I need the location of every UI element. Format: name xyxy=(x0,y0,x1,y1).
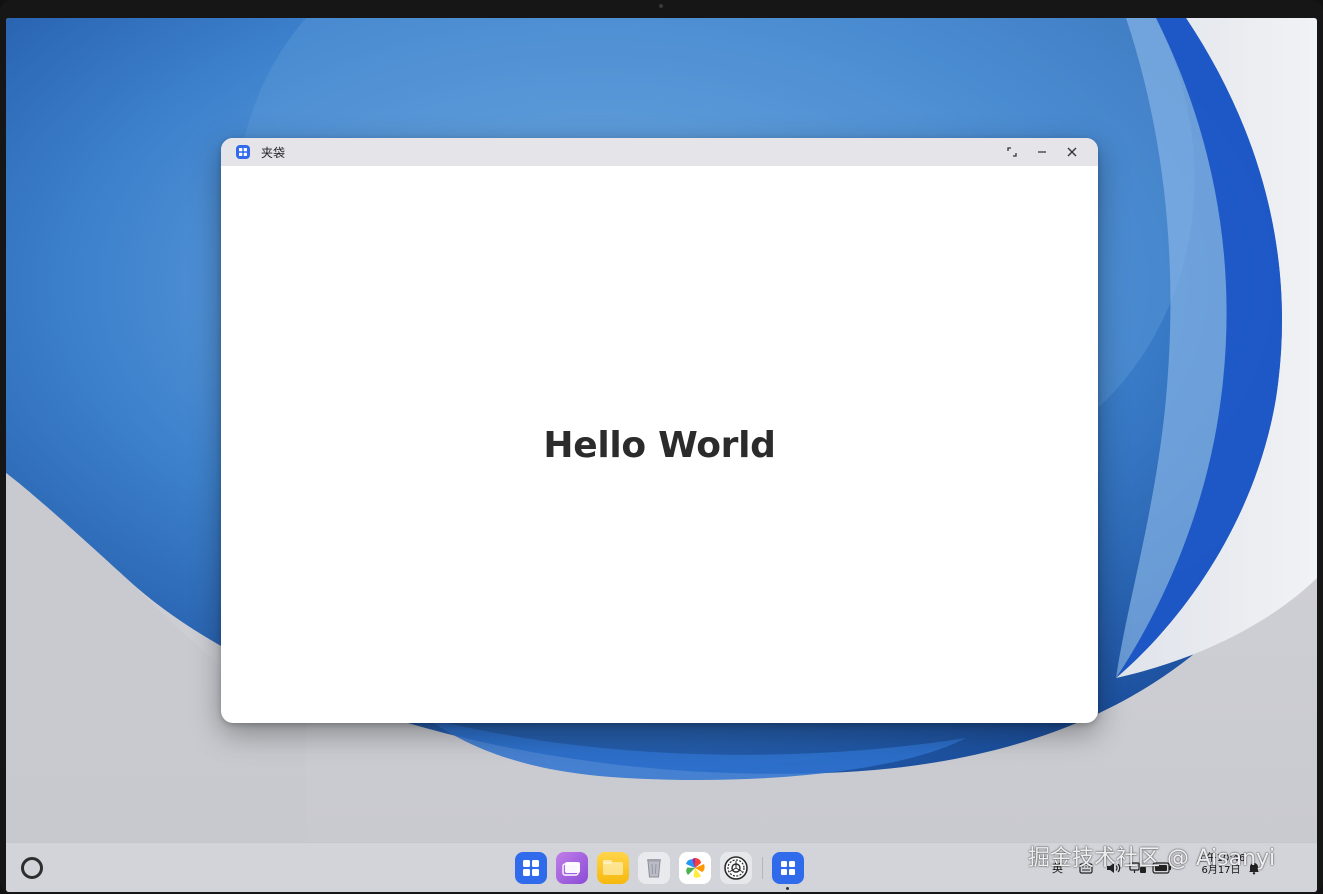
dock-divider xyxy=(762,857,763,879)
restore-icon xyxy=(1007,147,1017,157)
minimize-icon xyxy=(1038,151,1046,153)
window-title: 夹袋 xyxy=(261,146,286,160)
hello-world-text: Hello World xyxy=(543,424,776,466)
app-grid-icon xyxy=(236,145,250,159)
restore-button[interactable] xyxy=(1001,142,1023,162)
trash-icon[interactable] xyxy=(638,852,670,884)
minimize-button[interactable] xyxy=(1031,142,1053,162)
running-app-icon[interactable] xyxy=(772,852,804,884)
watermark-text: 掘金技术社区 @ Aisanyi xyxy=(1028,846,1276,871)
multi-screen-icon[interactable] xyxy=(556,852,588,884)
desktop-screen: 夹袋 Hello World 英 上午10:46 6月17日 掘金技术社区 @ … xyxy=(6,18,1317,892)
device-bezel: 夹袋 Hello World 英 上午10:46 6月17日 掘金技术社区 @ … xyxy=(0,0,1323,894)
app-window: 夹袋 Hello World xyxy=(221,138,1098,723)
settings-icon[interactable] xyxy=(720,852,752,884)
window-titlebar[interactable]: 夹袋 xyxy=(221,138,1098,166)
files-icon[interactable] xyxy=(597,852,629,884)
running-indicator xyxy=(786,887,789,890)
window-content: Hello World xyxy=(221,166,1098,723)
app-center-icon[interactable] xyxy=(515,852,547,884)
launcher-circle-icon[interactable] xyxy=(21,857,43,879)
close-button[interactable] xyxy=(1061,142,1083,162)
camera-dot xyxy=(659,4,663,8)
gallery-icon[interactable] xyxy=(679,852,711,884)
close-icon xyxy=(1067,147,1077,157)
